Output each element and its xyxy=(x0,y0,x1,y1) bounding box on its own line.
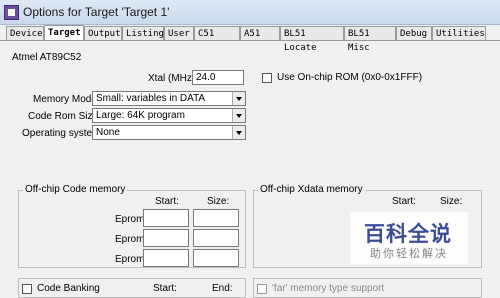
tab-bl51-misc[interactable]: BL51 Misc xyxy=(344,26,396,53)
eprom-size-input[interactable] xyxy=(193,209,239,227)
memory-model-select[interactable]: Small: variables in DATA xyxy=(92,91,246,106)
watermark-subtitle: 助你轻松解决 xyxy=(370,248,448,260)
watermark: 百科全说 助你轻松解决 xyxy=(350,212,468,264)
code-rom-size-label: Code Rom Size: xyxy=(28,111,101,122)
tab-user[interactable]: User xyxy=(164,26,194,40)
code-rom-size-select[interactable]: Large: 64K program xyxy=(92,108,246,123)
tab-device[interactable]: Device xyxy=(6,26,44,40)
far-memory-checkbox[interactable] xyxy=(257,284,267,294)
offchip-code-size-label: Size: xyxy=(207,196,230,207)
title-bar: Options for Target 'Target 1' xyxy=(0,0,500,25)
code-banking-label: Code Banking xyxy=(37,283,100,294)
operating-system-label: Operating system: xyxy=(22,128,104,139)
offchip-code-title: Off-chip Code memory xyxy=(23,184,128,195)
onchip-rom-label: Use On-chip ROM (0x0-0x1FFF) xyxy=(277,72,423,83)
far-memory-label: 'far' memory type support xyxy=(272,283,385,294)
operating-system-select[interactable]: None xyxy=(92,125,246,140)
code-banking-checkbox[interactable] xyxy=(22,284,32,294)
device-name: Atmel AT89C52 xyxy=(12,52,82,63)
chevron-down-icon[interactable] xyxy=(232,109,245,122)
eprom-label: Eprom xyxy=(115,214,145,225)
offchip-code-start-label: Start: xyxy=(155,196,179,207)
tab-c51[interactable]: C51 xyxy=(194,26,240,40)
onchip-rom-checkbox[interactable] xyxy=(262,73,272,83)
code-banking-start-label: Start: xyxy=(153,283,177,294)
tab-debug[interactable]: Debug xyxy=(396,26,432,40)
offchip-xdata-start-label: Start: xyxy=(392,196,416,207)
xtal-input[interactable]: 24.0 xyxy=(192,70,244,85)
code-rom-size-value: Large: 64K program xyxy=(96,110,185,121)
app-icon xyxy=(4,5,19,20)
offchip-xdata-size-label: Size: xyxy=(440,196,463,207)
memory-model-value: Small: variables in DATA xyxy=(96,93,206,104)
watermark-title: 百科全说 xyxy=(364,222,452,246)
tab-strip: Device Target Output Listing User C51 A5… xyxy=(0,25,500,53)
code-banking-end-label: End: xyxy=(212,283,233,294)
chevron-down-icon[interactable] xyxy=(232,126,245,139)
tab-target[interactable]: Target xyxy=(44,25,84,40)
eprom-label: Eprom xyxy=(115,254,145,265)
chevron-down-icon[interactable] xyxy=(232,92,245,105)
offchip-xdata-title: Off-chip Xdata memory xyxy=(258,184,365,195)
tab-a51[interactable]: A51 xyxy=(240,26,280,40)
tab-bl51-locate[interactable]: BL51 Locate xyxy=(280,26,344,53)
eprom-size-input[interactable] xyxy=(193,249,239,267)
tab-divider xyxy=(0,40,500,41)
eprom-label: Eprom xyxy=(115,234,145,245)
eprom-size-input[interactable] xyxy=(193,229,239,247)
window-title: Options for Target 'Target 1' xyxy=(23,5,170,19)
tab-listing[interactable]: Listing xyxy=(122,26,164,40)
eprom-start-input[interactable] xyxy=(143,229,189,247)
xtal-label: Xtal (MHz): xyxy=(148,73,198,84)
eprom-start-input[interactable] xyxy=(143,249,189,267)
tab-utilities[interactable]: Utilities xyxy=(432,26,486,40)
operating-system-value: None xyxy=(96,127,120,138)
eprom-start-input[interactable] xyxy=(143,209,189,227)
tab-output[interactable]: Output xyxy=(84,26,122,40)
